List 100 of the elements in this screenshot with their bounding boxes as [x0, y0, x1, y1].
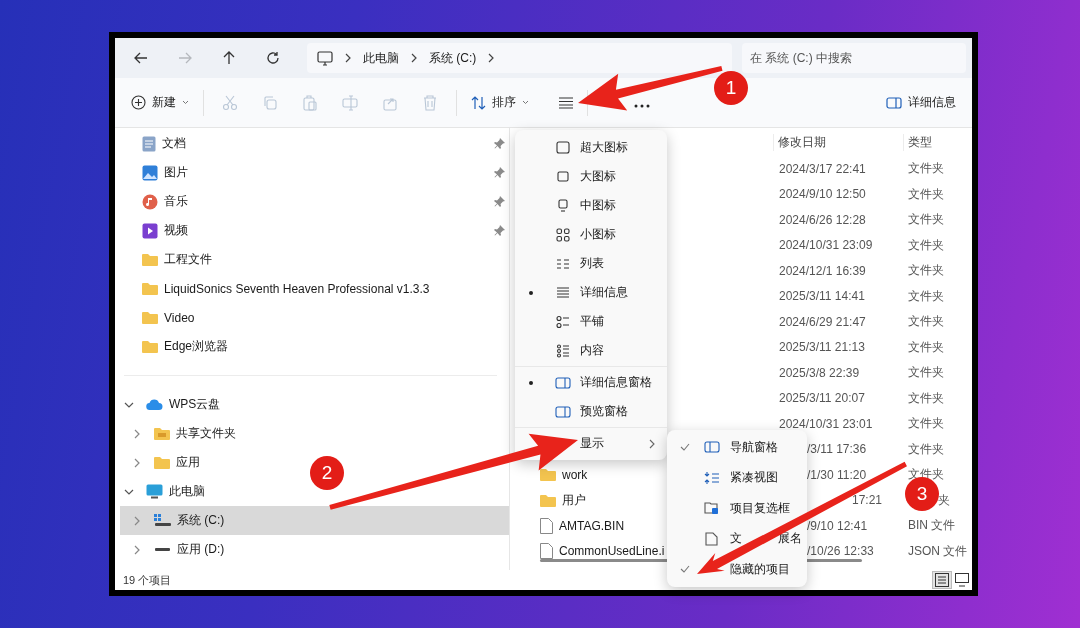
menu-label: 超大图标	[580, 139, 628, 156]
type-cell: 文件夹	[908, 186, 944, 201]
sidebar-item[interactable]: Edge浏览器	[120, 332, 509, 361]
sort-icon	[471, 95, 486, 110]
folder-icon	[540, 493, 556, 507]
menu-label: 平铺	[580, 313, 604, 330]
pin-icon[interactable]	[494, 138, 505, 149]
tree-item[interactable]: 系统 (C:)	[120, 506, 509, 535]
menu-label: 列表	[580, 255, 604, 272]
menu-label: 隐藏的项目	[730, 560, 790, 578]
monitor-icon	[555, 198, 571, 213]
tree-item[interactable]: 共享文件夹	[120, 419, 244, 448]
sidebar-item[interactable]: 图片	[120, 158, 509, 187]
square-icon	[555, 169, 571, 184]
details-pane-button[interactable]: 详细信息	[878, 88, 964, 117]
menu-item[interactable]: 详细信息窗格	[515, 368, 667, 397]
tree-label: 应用 (D:)	[177, 541, 225, 558]
pin-icon[interactable]	[494, 196, 505, 207]
tree-item[interactable]: 此电脑	[120, 477, 213, 506]
file-name[interactable]: work	[562, 467, 588, 482]
date-cell: 2025/3/11 14:41	[779, 289, 865, 304]
menu-item[interactable]: 列表	[515, 249, 667, 278]
menu-item[interactable]: 详细信息	[515, 278, 667, 307]
menu-item[interactable]: 平铺	[515, 307, 667, 336]
sidebar-label: Video	[164, 310, 195, 325]
sidebar-label: 视频	[164, 222, 188, 239]
menu-label: 文	[730, 530, 742, 548]
search-field[interactable]: 在 系统 (C:) 中搜索	[742, 43, 966, 73]
chevron-icon[interactable]	[132, 457, 142, 468]
date-cell: 2024/3/17 22:41	[779, 161, 866, 176]
date-cell: 2024/10/31 23:09	[779, 238, 873, 253]
chevron-icon	[649, 438, 655, 449]
plus-icon	[131, 95, 146, 110]
square-icon	[555, 140, 571, 155]
breadcrumb-item[interactable]: 系统 (C:)	[429, 49, 477, 67]
caret-icon	[182, 100, 189, 105]
monitor-icon	[146, 484, 163, 499]
pin-icon[interactable]	[494, 225, 505, 236]
date-cell: /9/10 12:41	[807, 518, 868, 533]
date-cell: 17:21	[852, 493, 883, 508]
type-cell: 文件夹	[908, 390, 944, 405]
breadcrumb-item[interactable]: 此电脑	[363, 49, 399, 67]
tiles-view-icon[interactable]	[952, 571, 972, 589]
type-cell: 文件夹	[908, 441, 944, 456]
content-icon	[555, 343, 571, 358]
grid-icon	[555, 227, 571, 242]
pane-icon	[886, 96, 902, 109]
sidebar-item[interactable]: Video	[120, 303, 509, 332]
details-view-icon[interactable]	[932, 571, 952, 589]
menu-item[interactable]: 紧凑视图	[667, 462, 807, 493]
tree-item[interactable]: 应用 (D:)	[120, 535, 233, 564]
date-cell: /10/26 12:33	[807, 544, 874, 559]
menu-item[interactable]: 大图标	[515, 162, 667, 191]
folder-icon	[154, 427, 170, 440]
lines-icon	[555, 285, 571, 300]
file-name[interactable]: CommonUsedLine.i	[559, 544, 665, 559]
menu-item[interactable]: 内容	[515, 336, 667, 365]
sidebar-item[interactable]: 视频	[120, 216, 509, 245]
tree-item[interactable]: WPS云盘	[120, 390, 229, 419]
sort-button[interactable]: 排序	[463, 88, 537, 117]
column-header[interactable]: 修改日期	[773, 133, 903, 151]
drive-icon	[154, 514, 171, 527]
menu-label: 导航窗格	[730, 438, 778, 456]
menu-item[interactable]: 小图标	[515, 220, 667, 249]
menu-item[interactable]: 项目复选框	[667, 493, 807, 524]
new-button[interactable]: 新建	[123, 88, 197, 117]
picture-icon	[142, 164, 158, 181]
sidebar-label: Edge浏览器	[164, 338, 229, 355]
file-name[interactable]: AMTAG.BIN	[559, 518, 625, 533]
menu-item[interactable]: 超大图标	[515, 133, 667, 162]
sidebar-item[interactable]: 音乐	[120, 187, 509, 216]
chevron-icon	[488, 53, 495, 63]
menu-option-icon	[704, 501, 720, 516]
type-cell: 文件夹	[908, 212, 944, 227]
menu-item[interactable]: 预览窗格	[515, 397, 667, 426]
menu-item[interactable]: 文 展名	[667, 523, 807, 554]
pin-icon[interactable]	[494, 167, 505, 178]
menu-item[interactable]: 中图标	[515, 191, 667, 220]
music-icon	[142, 193, 158, 210]
chevron-icon	[411, 53, 417, 63]
menu-label: 展名	[778, 530, 802, 548]
sidebar-item[interactable]: LiquidSonics Seventh Heaven Professional v1.3.3	[120, 274, 509, 303]
chevron-icon[interactable]	[132, 428, 142, 439]
sidebar-item[interactable]: 文档	[120, 129, 509, 158]
chevron-icon[interactable]	[132, 544, 142, 555]
menu-item[interactable]: 导航窗格	[667, 432, 807, 463]
type-cell: 文件夹	[908, 314, 944, 329]
type-cell: 文件夹	[908, 161, 944, 176]
file-name[interactable]: 用户	[562, 491, 586, 509]
column-header[interactable]: 类型	[903, 133, 972, 151]
folder-icon	[142, 340, 158, 353]
sidebar-label: 音乐	[164, 193, 188, 210]
sidebar-item[interactable]: 工程文件	[120, 245, 509, 274]
menu-item[interactable]: 显示	[515, 429, 667, 458]
address-bar[interactable]: 此电脑 系统 (C:)	[307, 43, 732, 73]
menu-item[interactable]: 隐藏的项目	[667, 554, 807, 585]
date-cell: 2024/10/31 23:01	[779, 416, 873, 431]
tree-item[interactable]: 应用	[120, 448, 208, 477]
menu-option-icon	[704, 531, 720, 546]
monitor-icon	[317, 50, 333, 66]
